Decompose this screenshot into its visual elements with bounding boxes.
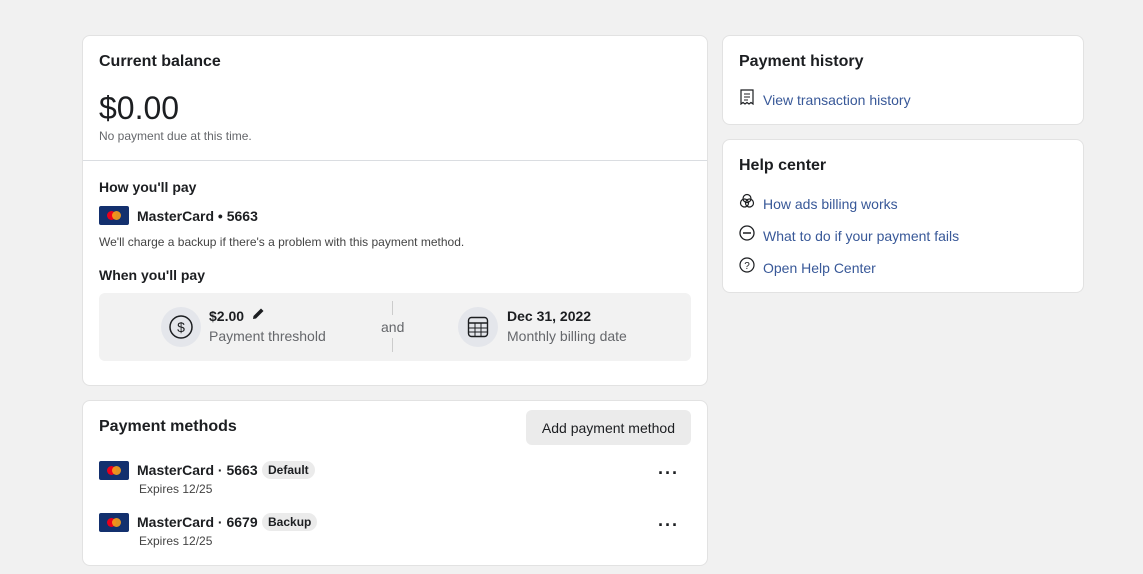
more-options-icon[interactable]: ··· [658, 463, 679, 484]
payment-method-name: MasterCard · 5663 [137, 462, 258, 478]
minus-circle-icon [739, 225, 755, 246]
add-payment-method-button[interactable]: Add payment method [525, 410, 691, 445]
how-pay-card: MasterCard • 5663 [99, 206, 258, 225]
payment-method-expiry: Expires 12/25 [139, 534, 213, 548]
connector-line-bottom [392, 338, 393, 352]
help-center-card: Help center How ads billing works What t… [722, 139, 1084, 293]
mastercard-icon [99, 461, 129, 480]
mastercard-icon [99, 513, 129, 532]
balance-note: No payment due at this time. [99, 129, 252, 143]
threshold-value: $2.00 [209, 308, 245, 324]
date-value: Dec 31, 2022 [507, 308, 592, 324]
svg-text:?: ? [744, 261, 750, 272]
payment-history-card: Payment history View transaction history [722, 35, 1084, 125]
how-pay-title: How you'll pay [99, 179, 197, 195]
mastercard-icon [99, 206, 129, 225]
payment-methods-title: Payment methods [99, 418, 237, 435]
date-label: Monthly billing date [507, 328, 627, 344]
payment-method-name: MasterCard · 6679 [137, 514, 258, 530]
payment-method-expiry: Expires 12/25 [139, 482, 213, 496]
payment-method-item: MasterCard · 5663 Default Expires 12/25 … [99, 461, 691, 501]
svg-text:$: $ [177, 319, 185, 335]
divider [83, 160, 707, 161]
status-badge: Backup [262, 513, 318, 531]
calendar-icon [458, 307, 498, 347]
view-transaction-history-label: View transaction history [763, 91, 911, 108]
threshold-label: Payment threshold [209, 328, 326, 344]
help-link-billing[interactable]: How ads billing works [739, 193, 898, 214]
payment-history-title: Payment history [739, 53, 864, 70]
connector-text: and [381, 319, 405, 335]
help-link-open-help-center-label: Open Help Center [763, 259, 876, 276]
help-link-billing-label: How ads billing works [763, 195, 898, 212]
when-pay-title: When you'll pay [99, 267, 206, 283]
status-badge: Default [262, 461, 315, 479]
view-transaction-history-link[interactable]: View transaction history [739, 89, 911, 110]
edit-icon[interactable] [252, 307, 265, 325]
question-circle-icon: ? [739, 257, 755, 278]
balance-title: Current balance [99, 53, 221, 70]
help-link-payment-fails-label: What to do if your payment fails [763, 227, 960, 244]
how-pay-card-label: MasterCard • 5663 [137, 207, 258, 224]
payment-methods-card: Payment methods Add payment method Maste… [82, 400, 708, 566]
help-center-title: Help center [739, 157, 827, 174]
more-options-icon[interactable]: ··· [658, 515, 679, 536]
receipt-icon [739, 89, 755, 110]
balance-card: Current balance $0.00 No payment due at … [82, 35, 708, 386]
help-link-payment-fails[interactable]: What to do if your payment fails [739, 225, 959, 246]
when-pay-box: $ $2.00 Payment threshold and Dec 31, 20… [99, 293, 691, 361]
connector-line-top [392, 301, 393, 315]
how-pay-note: We'll charge a backup if there's a probl… [99, 235, 465, 249]
help-link-open-help-center[interactable]: ? Open Help Center [739, 257, 876, 278]
venn-icon [739, 193, 755, 214]
dollar-icon: $ [161, 307, 201, 347]
payment-method-item: MasterCard · 6679 Backup Expires 12/25 ·… [99, 513, 691, 553]
balance-amount: $0.00 [99, 90, 180, 126]
